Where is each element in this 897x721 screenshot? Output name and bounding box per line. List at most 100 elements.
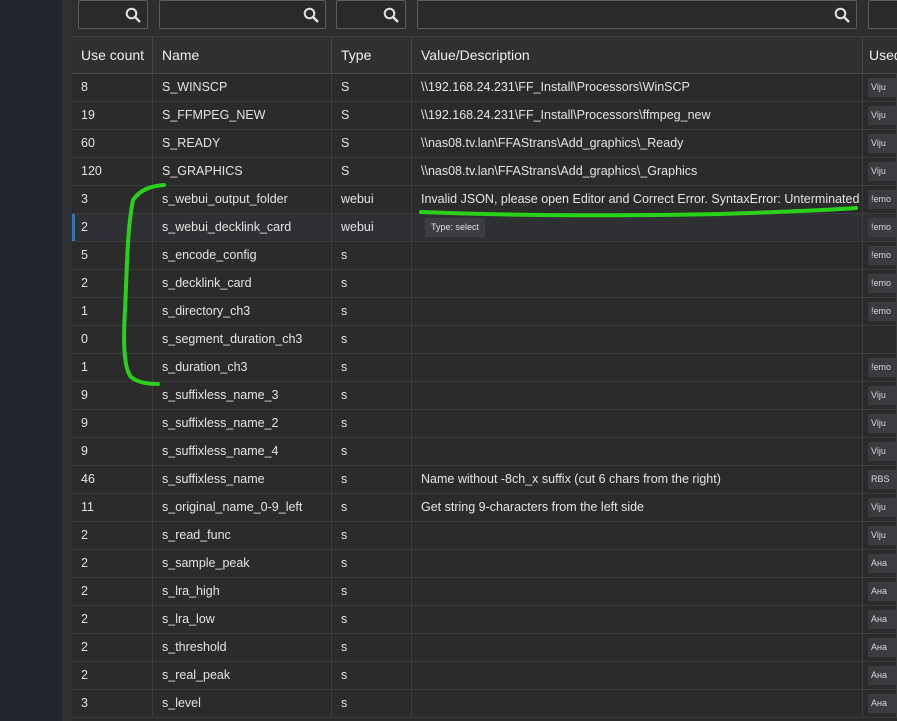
cell-used-by[interactable]: Ана	[863, 690, 897, 717]
cell-used-by[interactable]: Viju	[863, 74, 897, 101]
cell-type[interactable]: s	[332, 634, 412, 661]
search-icon[interactable]	[303, 7, 319, 23]
cell-value[interactable]	[412, 662, 863, 689]
table-row[interactable]: 5 s_encode_config s !emo	[72, 242, 897, 270]
cell-used-by[interactable]: Ана	[863, 550, 897, 577]
cell-type[interactable]: s	[332, 690, 412, 717]
cell-name[interactable]: s_threshold	[153, 634, 332, 661]
cell-name[interactable]: s_real_peak	[153, 662, 332, 689]
cell-type[interactable]: s	[332, 466, 412, 493]
cell-use-count[interactable]: 5	[72, 242, 153, 269]
table-row[interactable]: 9 s_suffixless_name_2 s Viju	[72, 410, 897, 438]
header-type[interactable]: Type	[332, 37, 412, 73]
used-by-badge[interactable]: Viju	[868, 106, 896, 125]
cell-type[interactable]: S	[332, 130, 412, 157]
cell-used-by[interactable]	[863, 326, 897, 353]
filter-value[interactable]	[417, 0, 857, 29]
cell-use-count[interactable]: 0	[72, 326, 153, 353]
cell-type[interactable]: s	[332, 326, 412, 353]
cell-name[interactable]: s_original_name_0-9_left	[153, 494, 332, 521]
cell-used-by[interactable]: Ана	[863, 578, 897, 605]
cell-type[interactable]: s	[332, 606, 412, 633]
cell-type[interactable]: s	[332, 550, 412, 577]
cell-name[interactable]: S_READY	[153, 130, 332, 157]
cell-name[interactable]: s_suffixless_name	[153, 466, 332, 493]
cell-value[interactable]	[412, 270, 863, 297]
cell-use-count[interactable]: 1	[72, 298, 153, 325]
used-by-badge[interactable]: Ана	[868, 666, 896, 685]
cell-value[interactable]: \\192.168.24.231\FF_Install\Processors\f…	[412, 102, 863, 129]
cell-type[interactable]: s	[332, 382, 412, 409]
cell-used-by[interactable]: Viju	[863, 522, 897, 549]
cell-name[interactable]: s_webui_output_folder	[153, 186, 332, 213]
used-by-badge[interactable]: Ана	[868, 638, 896, 657]
cell-used-by[interactable]: Viju	[863, 158, 897, 185]
filter-type[interactable]	[336, 0, 406, 29]
header-use-count[interactable]: Use count	[72, 37, 153, 73]
cell-name[interactable]: s_decklink_card	[153, 270, 332, 297]
cell-type[interactable]: s	[332, 410, 412, 437]
cell-name[interactable]: s_directory_ch3	[153, 298, 332, 325]
cell-value[interactable]: Get string 9-characters from the left si…	[412, 494, 863, 521]
cell-use-count[interactable]: 8	[72, 74, 153, 101]
cell-used-by[interactable]: !emo	[863, 186, 897, 213]
cell-value[interactable]	[412, 410, 863, 437]
cell-type[interactable]: webui	[332, 214, 412, 241]
cell-name[interactable]: s_segment_duration_ch3	[153, 326, 332, 353]
cell-type[interactable]: S	[332, 158, 412, 185]
search-icon[interactable]	[383, 7, 399, 23]
cell-value[interactable]	[412, 578, 863, 605]
used-by-badge[interactable]: Ана	[868, 694, 896, 713]
cell-use-count[interactable]: 9	[72, 410, 153, 437]
table-row[interactable]: 11 s_original_name_0-9_left s Get string 9-…	[72, 494, 897, 522]
table-row[interactable]: 1 s_directory_ch3 s !emo	[72, 298, 897, 326]
used-by-badge[interactable]: Viju	[868, 386, 896, 405]
cell-use-count[interactable]: 2	[72, 550, 153, 577]
cell-name[interactable]: s_lra_low	[153, 606, 332, 633]
cell-used-by[interactable]: Ана	[863, 634, 897, 661]
cell-used-by[interactable]: RBS	[863, 466, 897, 493]
cell-value[interactable]: Type: select	[412, 214, 863, 241]
cell-value[interactable]: \\nas08.tv.lan\FFAStrans\Add_graphics\_R…	[412, 130, 863, 157]
cell-use-count[interactable]: 9	[72, 438, 153, 465]
cell-value[interactable]	[412, 354, 863, 381]
cell-used-by[interactable]: !emo	[863, 298, 897, 325]
cell-name[interactable]: s_encode_config	[153, 242, 332, 269]
used-by-badge[interactable]: Viju	[868, 78, 896, 97]
cell-used-by[interactable]: Viju	[863, 130, 897, 157]
table-row[interactable]: 2 s_decklink_card s !emo	[72, 270, 897, 298]
cell-type[interactable]: webui	[332, 186, 412, 213]
cell-value[interactable]	[412, 438, 863, 465]
table-row[interactable]: 3 s_level s Ана	[72, 690, 897, 718]
cell-name[interactable]: s_level	[153, 690, 332, 717]
used-by-badge[interactable]: Viju	[868, 134, 896, 153]
table-row[interactable]: 2 s_lra_high s Ана	[72, 578, 897, 606]
cell-used-by[interactable]: Viju	[863, 494, 897, 521]
table-row[interactable]: 9 s_suffixless_name_3 s Viju	[72, 382, 897, 410]
table-row[interactable]: 2 s_real_peak s Ана	[72, 662, 897, 690]
cell-use-count[interactable]: 2	[72, 214, 153, 241]
cell-use-count[interactable]: 3	[72, 186, 153, 213]
cell-value[interactable]: Name without -8ch_x suffix (cut 6 chars …	[412, 466, 863, 493]
cell-name[interactable]: s_suffixless_name_4	[153, 438, 332, 465]
table-row[interactable]: 0 s_segment_duration_ch3 s	[72, 326, 897, 354]
header-value[interactable]: Value/Description	[412, 37, 863, 73]
cell-type[interactable]: S	[332, 74, 412, 101]
cell-name[interactable]: s_duration_ch3	[153, 354, 332, 381]
cell-used-by[interactable]: Viju	[863, 382, 897, 409]
used-by-badge[interactable]: Ана	[868, 554, 896, 573]
cell-type[interactable]: s	[332, 578, 412, 605]
used-by-badge[interactable]: RBS	[868, 470, 896, 489]
used-by-badge[interactable]: !emo	[868, 302, 896, 321]
filter-name[interactable]	[159, 0, 326, 29]
cell-name[interactable]: s_suffixless_name_2	[153, 410, 332, 437]
cell-value[interactable]	[412, 690, 863, 717]
cell-name[interactable]: s_sample_peak	[153, 550, 332, 577]
cell-use-count[interactable]: 9	[72, 382, 153, 409]
used-by-badge[interactable]: !emo	[868, 358, 896, 377]
used-by-badge[interactable]: !emo	[868, 246, 896, 265]
cell-use-count[interactable]: 2	[72, 606, 153, 633]
filter-use-count[interactable]	[78, 0, 148, 29]
cell-type[interactable]: s	[332, 242, 412, 269]
cell-use-count[interactable]: 3	[72, 690, 153, 717]
